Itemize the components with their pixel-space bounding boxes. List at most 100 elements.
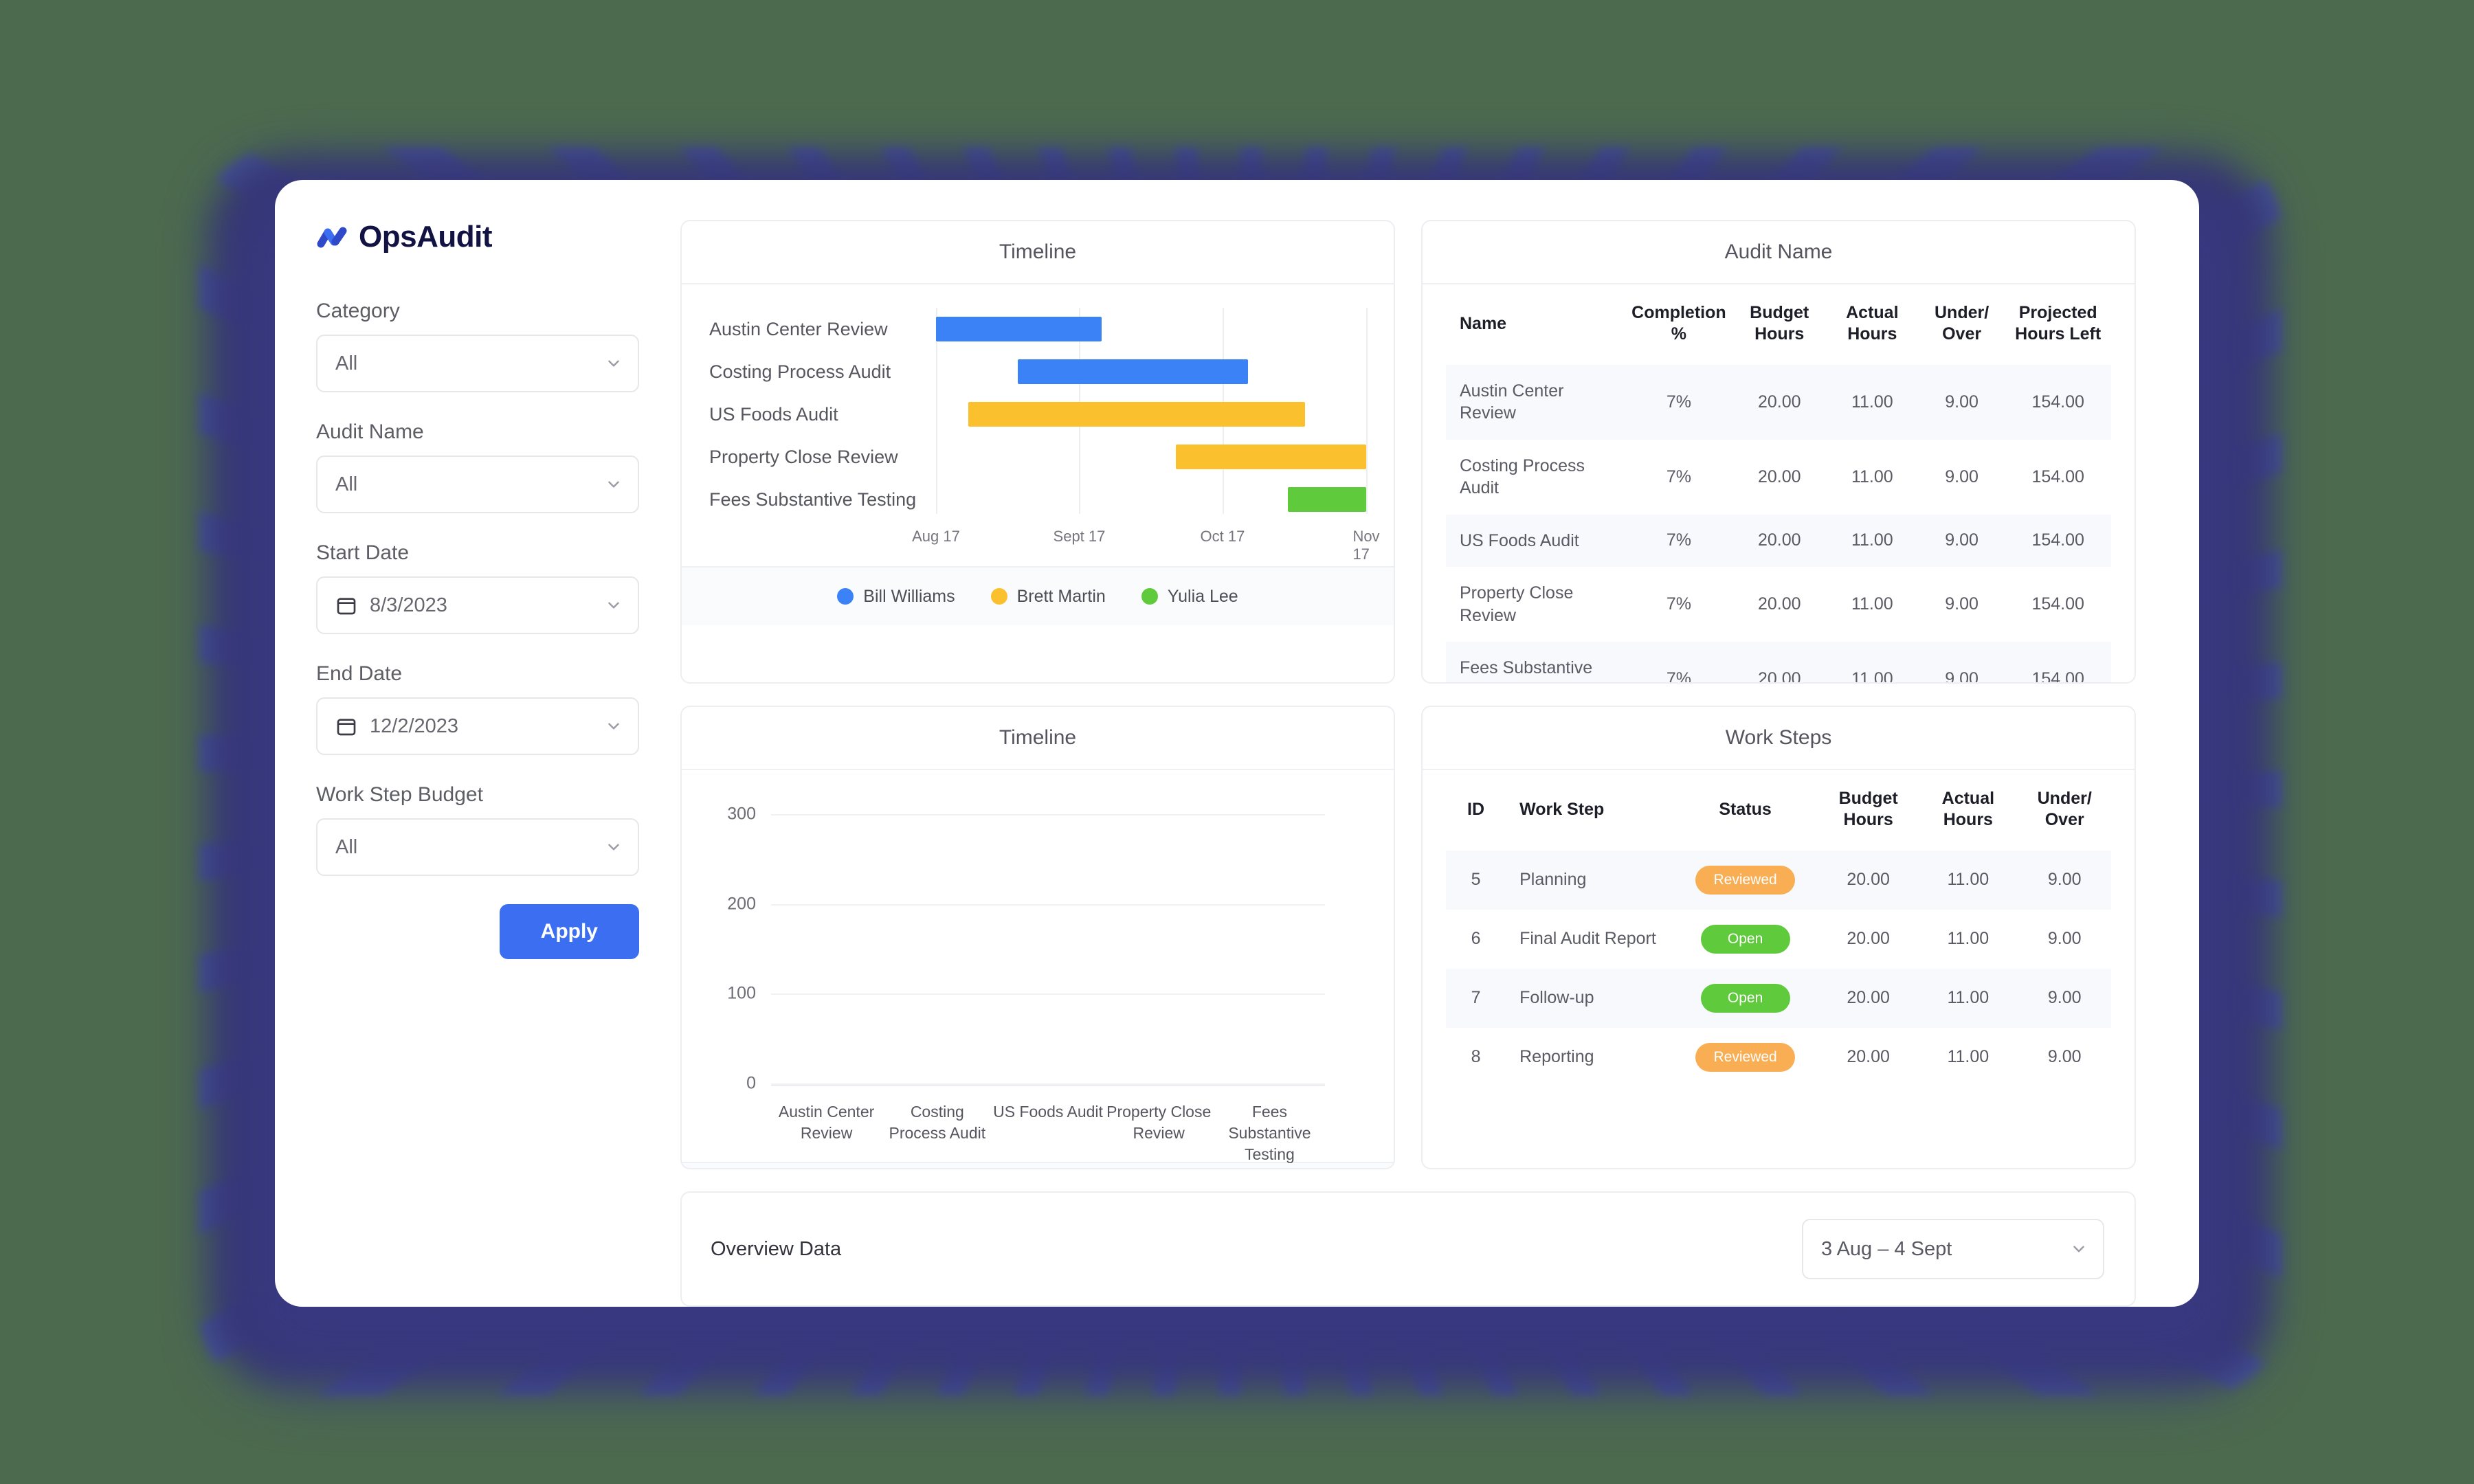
gantt-row: US Foods Audit (709, 393, 1366, 436)
work-step-budget-select[interactable]: All (316, 818, 639, 876)
audit-table-wrap: Name Completion % Budget Hours Actual Ho… (1423, 284, 2135, 684)
table-row[interactable]: 8 Reporting Reviewed 20.00 11.00 9.00 (1446, 1028, 2111, 1087)
table-row[interactable]: 5 Planning Reviewed 20.00 11.00 9.00 (1446, 850, 2111, 910)
cell-under-over: 9.00 (1945, 594, 1979, 614)
cell-budget: 20.00 (1757, 466, 1801, 486)
col-name: Name (1460, 314, 1507, 333)
cell-actual: 11.00 (1947, 929, 1990, 948)
legend-item[interactable]: Brett Martin (990, 586, 1106, 607)
gantt-row: Property Close Review (709, 436, 1366, 478)
cell-budget: 20.00 (1847, 988, 1890, 1007)
card-header: Audit Name (1423, 221, 2135, 284)
x-tick: Property Close Review (1106, 1103, 1212, 1143)
gantt-bar[interactable] (936, 317, 1102, 341)
col-work-step: Work Step (1519, 800, 1605, 819)
chevron-down-icon (2073, 1246, 2084, 1252)
filter-audit-name: Audit Name All (316, 420, 639, 513)
category-value: All (335, 352, 358, 374)
chevron-down-icon (608, 723, 619, 730)
legend-dot-icon (837, 588, 854, 605)
legend-label: Brett Martin (1016, 586, 1106, 606)
end-date-select[interactable]: 12/2/2023 (316, 697, 639, 755)
gantt-bar[interactable] (1288, 487, 1366, 512)
cell-status: Reviewed (1672, 1028, 1818, 1087)
x-tick: Costing Process Audit (889, 1103, 986, 1143)
card-header: Timeline (682, 707, 1394, 770)
cell-budget: 20.00 (1847, 1047, 1890, 1066)
apply-row: Apply (316, 904, 639, 959)
gantt-bar[interactable] (1176, 445, 1366, 469)
cell-status: Reviewed (1672, 851, 1818, 910)
audit-card-title: Audit Name (1724, 240, 1833, 263)
cell-completion: 7% (1666, 392, 1691, 412)
col-budget-hours: Budget Hours (1838, 789, 1898, 830)
audit-name-select[interactable]: All (316, 456, 639, 513)
cell-name: Fees Substantive Testing (1460, 658, 1593, 682)
gantt-row-label: Costing Process Audit (709, 361, 891, 382)
cell-actual: 11.00 (1851, 466, 1893, 486)
col-budget-hours: Budget Hours (1750, 303, 1809, 344)
cell-id: 6 (1471, 929, 1481, 948)
table-row[interactable]: US Foods Audit 7% 20.00 11.00 9.00 154.0… (1446, 514, 2111, 567)
gantt-axis: Aug 17 Sept 17 Oct 17 Nov 17 (912, 521, 1379, 563)
cell-under-over: 9.00 (2047, 988, 2082, 1007)
date-range-value: 3 Aug – 4 Sept (1821, 1237, 1952, 1260)
cell-status: Open (1672, 910, 1818, 969)
col-actual-hours: Actual Hours (1846, 303, 1899, 344)
cell-id: 5 (1471, 870, 1481, 889)
cell-projected: 154.00 (2031, 594, 2084, 614)
chevron-down-icon (608, 360, 619, 367)
gantt-bar[interactable] (968, 402, 1306, 427)
x-tick: Austin Center Review (778, 1103, 875, 1143)
bar-chart-plot: 0 100 200 300 Austin Center Review Costi… (682, 770, 1394, 1164)
cell-actual: 11.00 (1947, 870, 1990, 889)
table-row[interactable]: Property Close Review 7% 20.00 11.00 9.0… (1446, 567, 2111, 642)
gantt-bar[interactable] (1017, 359, 1249, 384)
axis-tick: Sept 17 (1053, 528, 1106, 545)
table-row[interactable]: Fees Substantive Testing 7% 20.00 11.00 … (1446, 642, 2111, 684)
y-tick: 0 (746, 1073, 756, 1093)
cell-work-step: Reporting (1519, 1047, 1594, 1067)
table-row[interactable]: Austin Center Review 7% 20.00 11.00 9.00… (1446, 364, 2111, 440)
zigzag-chart-icon (317, 227, 347, 248)
cell-name: Costing Process Audit (1460, 456, 1585, 498)
table-row[interactable]: 7 Follow-up Open 20.00 11.00 9.00 (1446, 968, 2111, 1028)
table-row[interactable]: 6 Final Audit Report Open 20.00 11.00 9.… (1446, 910, 2111, 969)
col-under-over: Under/ Over (1935, 303, 1990, 344)
table-header-row: Name Completion % Budget Hours Actual Ho… (1446, 284, 2111, 365)
card-header: Work Steps (1423, 707, 2135, 770)
legend-item[interactable]: Bill Williams (837, 587, 955, 607)
legend-item[interactable]: Yulia Lee (1141, 587, 1238, 607)
cell-id: 8 (1471, 1047, 1481, 1066)
legend-label: Bill Williams (863, 586, 955, 606)
axis-tick: Aug 17 (912, 528, 960, 545)
gantt-timeline-card: Timeline Austin Center Review Costing Pr… (680, 220, 1395, 684)
cell-projected: 154.00 (2031, 669, 2084, 684)
filter-work-step-budget: Work Step Budget All (316, 783, 639, 876)
cell-under-over: 9.00 (1945, 466, 1979, 486)
gantt-track (936, 308, 1366, 350)
bar-groups (771, 798, 1325, 1085)
x-tick: Fees Substantive Testing (1228, 1103, 1311, 1164)
cell-work-step: Follow-up (1519, 988, 1594, 1008)
status-badge: Reviewed (1695, 1042, 1795, 1072)
start-date-select[interactable]: 8/3/2023 (316, 576, 639, 634)
sidebar: OpsAudit Category All Audit Name All Sta… (275, 180, 680, 1307)
chevron-down-icon (608, 602, 619, 609)
cell-actual: 11.00 (1851, 594, 1893, 614)
date-range-select[interactable]: 3 Aug – 4 Sept (1802, 1219, 2104, 1279)
cell-projected: 154.00 (2031, 466, 2084, 486)
status-badge: Reviewed (1695, 865, 1795, 895)
col-projected-hours-left: Projected Hours Left (2015, 303, 2102, 344)
filter-start-date: Start Date 8/3/2023 (316, 541, 639, 634)
filter-end-date: End Date 12/2/2023 (316, 662, 639, 755)
category-select[interactable]: All (316, 335, 639, 392)
cell-under-over: 9.00 (1945, 530, 1979, 550)
table-row[interactable]: Costing Process Audit 7% 20.00 11.00 9.0… (1446, 440, 2111, 515)
cell-projected: 154.00 (2031, 392, 2084, 412)
overview-data-card: Overview Data 3 Aug – 4 Sept (680, 1191, 2136, 1307)
cell-status: Open (1672, 969, 1818, 1028)
apply-button[interactable]: Apply (499, 904, 639, 959)
gantt-row: Austin Center Review (709, 308, 1366, 350)
table-header-row: ID Work Step Status Budget Hours Actual … (1446, 770, 2111, 851)
